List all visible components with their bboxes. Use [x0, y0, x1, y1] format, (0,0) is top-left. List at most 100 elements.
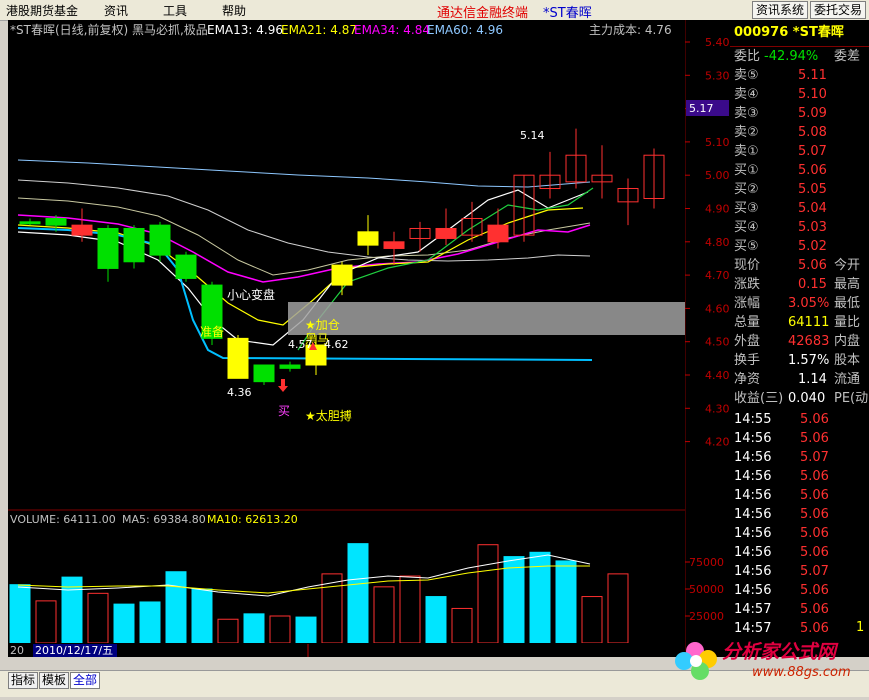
current-stock-link[interactable]: *ST春晖	[543, 2, 592, 21]
ask-label: 卖①	[734, 144, 759, 159]
price-tick-label: 4.70	[705, 269, 730, 282]
ask-label: 卖④	[734, 87, 759, 102]
stat-value: 1.14	[798, 372, 827, 387]
tab-template[interactable]: 模板	[39, 672, 70, 689]
tick-time: 14:57	[734, 602, 772, 617]
candle-body	[487, 224, 509, 243]
volume-bar	[607, 573, 629, 644]
stat-value: 0.15	[798, 277, 827, 292]
kline-chart[interactable]: *ST春晖(日线,前复权) 黑马必抓,极品 EMA13: 4.96 EMA21:…	[8, 20, 685, 657]
candle-body	[71, 224, 93, 236]
watermark-logo: 分析家公式网 www.88gs.com	[670, 631, 869, 697]
bid-label: 买②	[734, 182, 759, 197]
volume-bar	[425, 596, 447, 644]
stat-label: 涨跌	[734, 277, 761, 292]
chart-title: *ST春晖(日线,前复权) 黑马必抓,极品	[10, 22, 208, 37]
bid-price: 5.06	[798, 163, 827, 178]
tick-price: 5.07	[800, 564, 829, 579]
stat-value: 64111	[788, 315, 830, 330]
weibi-value: -42.94%	[764, 49, 819, 64]
tick-price: 5.06	[800, 602, 829, 617]
tick-price: 5.06	[800, 412, 829, 427]
volume-bar	[295, 616, 317, 644]
price-tick-label: 4.90	[705, 203, 730, 216]
trade-order-button[interactable]: 委托交易	[810, 1, 867, 19]
ask-price: 5.09	[798, 106, 827, 121]
bid-price: 5.04	[798, 201, 827, 216]
ask-label: 卖⑤	[734, 68, 759, 83]
price-tick-label: 4.40	[705, 369, 730, 382]
annotation-prepare: 准备	[200, 325, 224, 339]
weicha-label: 委差	[834, 49, 861, 64]
ask-label: 卖②	[734, 125, 759, 140]
bid-price: 5.03	[798, 220, 827, 235]
volume-bar	[399, 575, 421, 644]
price-tick-label: 4.20	[705, 436, 730, 449]
volume-bar	[477, 544, 499, 644]
candle-body	[45, 217, 67, 226]
price-tick-label: 5.30	[705, 69, 730, 82]
bottom-tab-bar: 指标 模板 全部 分析家公式网 www.88gs.com	[0, 641, 869, 697]
tab-all[interactable]: 全部	[70, 672, 101, 689]
volume-ticks: 75000 50000 25000	[685, 556, 724, 623]
annotation-add: ★加仓	[305, 318, 340, 332]
volume-bar	[9, 584, 31, 644]
volume-tick-label: 75000	[689, 556, 724, 569]
volume-bar	[269, 615, 291, 644]
volume-tick-label: 50000	[689, 583, 724, 596]
ema21-label: EMA21: 4.87	[281, 23, 357, 37]
stat-label-2: 最高	[834, 277, 861, 292]
annotation-careful: 小心变盘	[227, 287, 275, 302]
volume-bar	[217, 618, 239, 644]
tick-time: 14:56	[734, 583, 772, 598]
current-price-tag: 5.17	[689, 102, 714, 115]
volume-bar	[503, 556, 525, 644]
info-system-button[interactable]: 资讯系统	[752, 1, 809, 19]
candle-body	[227, 337, 249, 379]
tick-time: 14:56	[734, 507, 772, 522]
menu-help[interactable]: 帮助	[222, 2, 246, 19]
chart-canvas: *ST春晖(日线,前复权) 黑马必抓,极品 EMA13: 4.96 EMA21:…	[8, 22, 685, 657]
annotation-462: 4.62	[324, 338, 349, 351]
resistance-zone	[288, 302, 685, 335]
tab-indicator[interactable]: 指标	[8, 672, 39, 689]
tick-time: 14:56	[734, 545, 772, 560]
bid-price: 5.05	[798, 182, 827, 197]
weibi-label: 委比	[734, 49, 761, 64]
tick-price: 5.06	[800, 469, 829, 484]
menu-info[interactable]: 资讯	[104, 2, 128, 19]
stat-label: 现价	[734, 258, 761, 273]
main-cost-label: 主力成本: 4.76	[589, 23, 672, 37]
buy-arrow-icon	[278, 379, 288, 392]
tick-price: 5.06	[800, 431, 829, 446]
bid-label: 买⑤	[734, 239, 759, 254]
ema13-label: EMA13: 4.96	[207, 23, 283, 37]
date-prefix: 20	[10, 644, 24, 657]
tick-time: 14:56	[734, 431, 772, 446]
quote-header: 000976 *ST春晖	[730, 20, 869, 47]
stat-label-2: 股本	[834, 353, 861, 368]
menu-tools[interactable]: 工具	[163, 2, 187, 19]
price-axis: 5.405.305.205.105.004.904.804.704.604.50…	[684, 20, 730, 657]
stat-label-2: 内盘	[834, 334, 861, 349]
candle-body	[435, 227, 457, 239]
stat-label: 收益(三)	[734, 391, 784, 406]
watermark-url: www.88gs.com	[752, 665, 851, 680]
volume-bar	[139, 601, 161, 644]
volume-bar	[113, 603, 135, 644]
stat-label: 外盘	[734, 334, 761, 349]
annotation-buy: 买	[278, 404, 290, 418]
tick-time: 14:56	[734, 526, 772, 541]
stat-value: 42683	[788, 334, 830, 349]
candle-body	[19, 221, 41, 225]
ask-price: 5.07	[798, 144, 827, 159]
menu-hk-futures[interactable]: 港股期货基金	[6, 2, 78, 19]
ema60-line	[17, 159, 591, 188]
tick-time: 14:56	[734, 469, 772, 484]
volume-bar	[581, 596, 603, 644]
volume-label: VOLUME: 64111.00	[10, 513, 116, 526]
candle-body	[357, 231, 379, 246]
price-tick-label: 5.40	[705, 36, 730, 49]
stat-label: 涨幅	[734, 296, 761, 311]
stat-label-2: 流通	[834, 372, 861, 387]
